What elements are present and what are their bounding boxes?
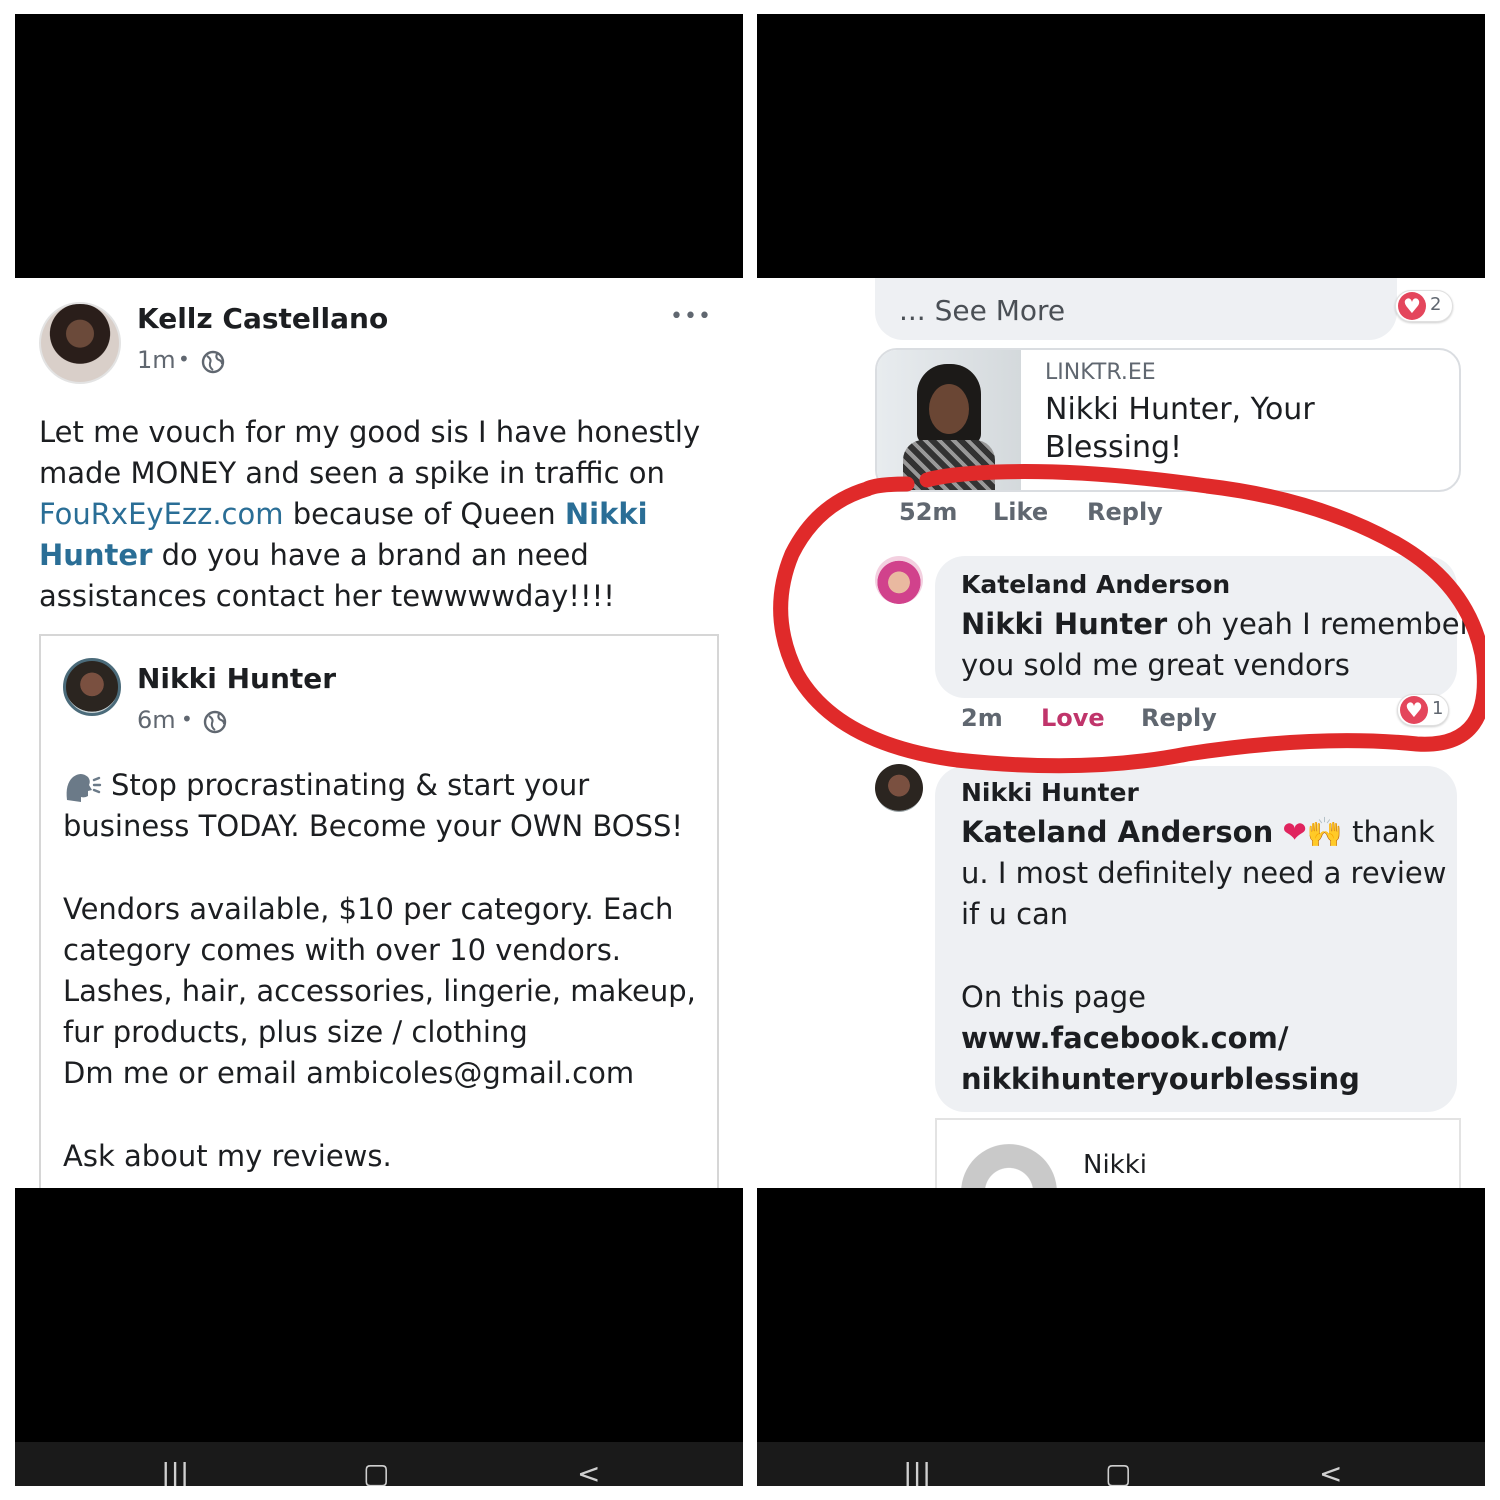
post-body-line-3: FouRxEyEzz.com because of Queen Nikki [39,494,648,536]
mention-hunter[interactable]: Hunter [39,538,152,572]
post-body-line-4: Hunter do you have a brand an need [39,535,589,577]
globe-icon [203,710,227,734]
shared-text-line-3: Vendors available, $10 per category. Eac… [63,892,674,926]
post-body-line-2: made MONEY and seen a spike in traffic o… [39,456,665,490]
android-nav-bar: ||| ▢ < [757,1442,1485,1486]
recent-apps-button[interactable]: ||| [161,1460,189,1486]
shared-text-line-1: Stop procrastinating & start your [111,768,590,802]
avatar[interactable] [39,302,121,384]
shared-text-line-8: Ask about my reviews. [63,1139,392,1173]
body-text: because of Queen [283,497,565,531]
shared-text-line-2: business TODAY. Become your OWN BOSS! [63,809,684,843]
shared-text-line-5: Lashes, hair, accessories, lingerie, mak… [63,974,696,1008]
left-screenshot: Kellz Castellano 1m • ••• Let me vouch f… [15,14,743,1486]
android-nav-bar: ||| ▢ < [15,1442,743,1486]
body-text: do you have a brand an need [152,538,589,572]
separator-dot: • [178,347,190,371]
home-button[interactable]: ▢ [363,1460,389,1486]
redaction-top [15,14,743,278]
speaking-head-icon [66,774,102,802]
shared-text-line-4: category comes with over 10 vendors. [63,933,622,967]
recent-apps-button[interactable]: ||| [903,1460,931,1486]
shared-text-line-6: fur products, plus size / clothing [63,1015,528,1049]
shared-post[interactable]: Nikki Hunter 6m • Stop procrastinating &… [39,634,719,1258]
shared-text-line-7: Dm me or email ambicoles@gmail.com [63,1056,635,1090]
mention-nikki[interactable]: Nikki [565,497,648,531]
avatar[interactable] [63,658,121,716]
post-body-line-5: assistances contact her tewwwwday!!!! [39,579,615,613]
back-button[interactable]: < [577,1460,600,1486]
shared-author[interactable]: Nikki Hunter [137,662,336,695]
right-screenshot: ... See More 2 LINKTR.EE Nikki Hunter, Y… [757,14,1485,1486]
more-options-button[interactable]: ••• [670,304,712,329]
post-time[interactable]: 1m [137,346,176,374]
globe-icon [201,350,225,374]
home-button[interactable]: ▢ [1105,1460,1131,1486]
post-body-line-1: Let me vouch for my good sis I have hone… [39,415,701,449]
separator-dot: • [181,707,193,731]
shared-time[interactable]: 6m [137,706,176,734]
post-author[interactable]: Kellz Castellano [137,302,388,335]
website-link[interactable]: FouRxEyEzz.com [39,497,284,531]
back-button[interactable]: < [1319,1460,1342,1486]
